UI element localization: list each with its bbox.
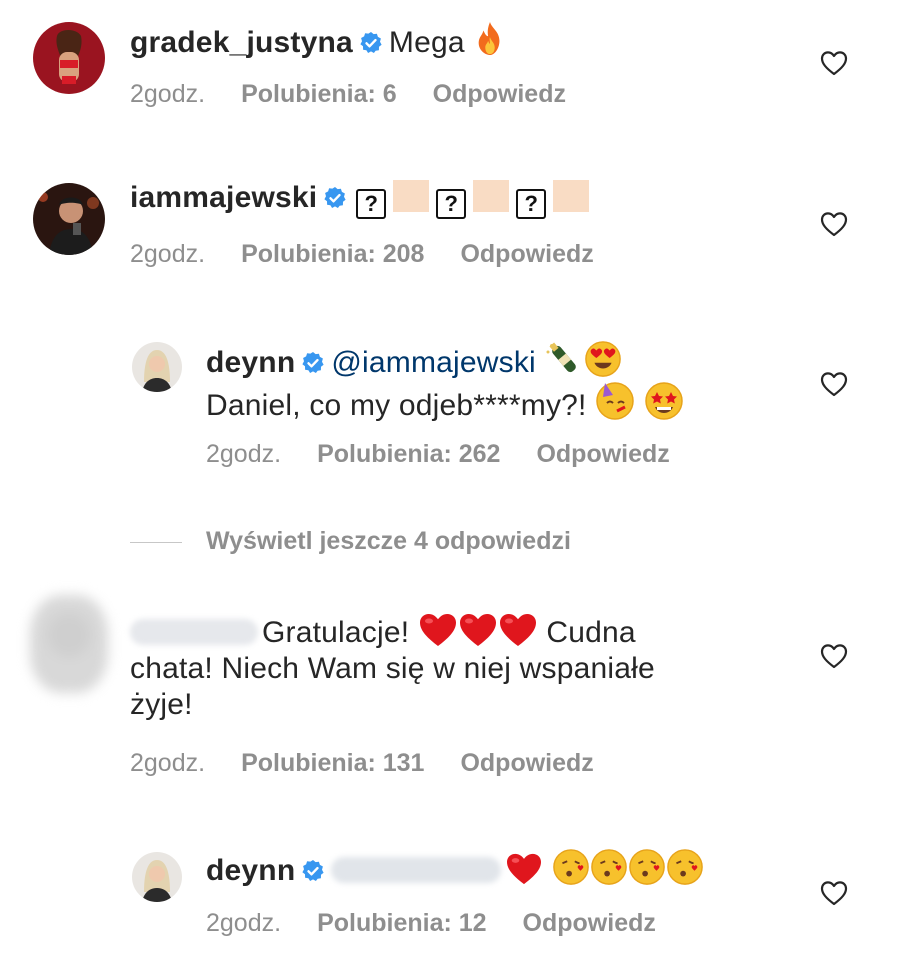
verified-badge-icon — [301, 859, 325, 883]
mention-link[interactable]: @iammajewski — [331, 346, 536, 379]
likes-count[interactable]: Polubienia: 262 — [317, 440, 500, 468]
kissing-face-icon — [666, 848, 704, 886]
unsupported-glyph-icon: ? — [356, 189, 387, 219]
avatar[interactable] — [33, 183, 105, 255]
skin-tone-icon — [473, 180, 510, 212]
heart-eyes-icon — [584, 340, 622, 378]
timestamp: 2godz. — [206, 440, 282, 468]
username[interactable]: deynn — [206, 346, 295, 379]
view-more-replies-button[interactable]: Wyświetl jeszcze 4 odpowiedzi — [130, 524, 571, 558]
timestamp: 2godz. — [130, 240, 206, 268]
divider-line — [130, 541, 182, 543]
comment-text: Gratulacje! Cudna chata! Niech Wam się w… — [130, 612, 655, 723]
username[interactable]: iammajewski — [130, 181, 317, 214]
timestamp: 2godz. — [130, 80, 206, 108]
verified-badge-icon — [301, 351, 325, 375]
unsupported-glyph-icon: ? — [436, 189, 467, 219]
comment-body-line3: żyje! — [130, 688, 193, 721]
username[interactable]: gradek_justyna — [130, 26, 353, 59]
verified-badge-icon — [323, 186, 347, 210]
comment-body: Daniel, co my odjeb****my?! — [206, 389, 587, 422]
likes-count[interactable]: Polubienia: 208 — [241, 240, 424, 268]
likes-count[interactable]: Polubienia: 131 — [241, 749, 424, 777]
comment-body-part1: Gratulacje! — [262, 616, 410, 649]
blurred-mention[interactable] — [331, 857, 502, 883]
like-heart-icon[interactable] — [820, 211, 848, 237]
like-heart-icon[interactable] — [820, 880, 848, 906]
comment-meta: 2godz. Polubienia: 208 Odpowiedz — [130, 239, 630, 269]
skin-tone-icon — [393, 180, 430, 212]
avatar[interactable] — [132, 852, 182, 902]
timestamp: 2godz. — [130, 749, 206, 777]
timestamp: 2godz. — [206, 909, 282, 937]
party-face-icon — [595, 381, 635, 421]
red-heart-icon — [505, 852, 543, 886]
comment-text: gradek_justyna Mega — [130, 20, 507, 61]
reply-button[interactable]: Odpowiedz — [460, 749, 593, 777]
red-heart-icon — [498, 612, 538, 648]
unsupported-glyph-icon: ? — [516, 189, 547, 219]
reply-button[interactable]: Odpowiedz — [433, 80, 566, 108]
fire-icon — [473, 20, 507, 58]
comment-text: iammajewski??? — [130, 180, 593, 219]
star-struck-icon — [644, 381, 684, 421]
comment-body: Mega — [388, 26, 465, 59]
likes-count[interactable]: Polubienia: 6 — [241, 80, 397, 108]
likes-count[interactable]: Polubienia: 12 — [317, 909, 486, 937]
kissing-face-icon — [628, 848, 666, 886]
skin-tone-icon — [553, 180, 590, 212]
like-heart-icon[interactable] — [820, 50, 848, 76]
reply-button[interactable]: Odpowiedz — [523, 909, 656, 937]
red-heart-icon — [458, 612, 498, 648]
kissing-face-icon — [552, 848, 590, 886]
view-more-label: Wyświetl jeszcze 4 odpowiedzi — [206, 527, 571, 555]
avatar[interactable] — [30, 595, 108, 693]
champagne-icon — [546, 342, 577, 373]
comment-meta: 2godz. Polubienia: 262 Odpowiedz — [206, 439, 706, 469]
red-heart-icon — [418, 612, 458, 648]
comment-body-part2: Cudna — [546, 616, 636, 649]
blurred-username[interactable] — [130, 619, 258, 645]
verified-badge-icon — [359, 31, 383, 55]
like-heart-icon[interactable] — [820, 643, 848, 669]
username[interactable]: deynn — [206, 854, 295, 887]
kissing-face-icon — [590, 848, 628, 886]
avatar[interactable] — [132, 342, 182, 392]
avatar[interactable] — [33, 22, 105, 94]
like-heart-icon[interactable] — [820, 371, 848, 397]
reply-button[interactable]: Odpowiedz — [460, 240, 593, 268]
comment-text: deynn — [206, 848, 704, 889]
comment-body-line2: chata! Niech Wam się w niej wspaniałe — [130, 652, 655, 685]
comment-meta: 2godz. Polubienia: 12 Odpowiedz — [206, 908, 692, 938]
comment-meta: 2godz. Polubienia: 131 Odpowiedz — [130, 748, 630, 778]
comment-meta: 2godz. Polubienia: 6 Odpowiedz — [130, 79, 602, 109]
reply-button[interactable]: Odpowiedz — [536, 440, 669, 468]
comment-text: deynn @iammajewski Daniel, co my odjeb***… — [206, 340, 684, 424]
